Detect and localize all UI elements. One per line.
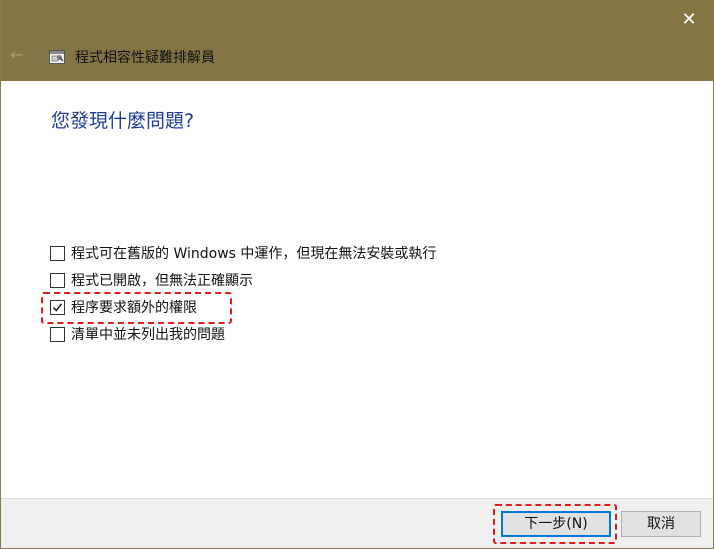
close-button[interactable]: ✕ <box>675 7 703 33</box>
option-label: 程式可在舊版的 Windows 中運作，但現在無法安裝或執行 <box>71 246 437 262</box>
checkbox[interactable] <box>50 326 65 342</box>
option-not-listed[interactable]: 清單中並未列出我的問題 <box>50 324 225 344</box>
highlight-option <box>41 292 232 324</box>
footer-bar: 下一步(N) 取消 <box>1 498 713 548</box>
back-button[interactable]: ← <box>7 45 27 65</box>
troubleshooter-window: ✕ ← 程式相容性疑難排解員 您發現什麼問題? 程式可在舊版的 Windows … <box>0 0 714 549</box>
page-heading: 您發現什麼問題? <box>51 110 195 132</box>
close-icon: ✕ <box>681 9 697 30</box>
option-display-issue[interactable]: 程式已開啟，但無法正確顯示 <box>50 270 253 290</box>
title-bar: ✕ ← 程式相容性疑難排解員 <box>1 1 713 81</box>
option-label: 程式已開啟，但無法正確顯示 <box>71 273 253 289</box>
compat-troubleshooter-icon <box>49 50 65 64</box>
back-arrow-icon: ← <box>10 45 24 64</box>
window-title: 程式相容性疑難排解員 <box>75 50 215 66</box>
checkbox[interactable] <box>50 272 65 288</box>
option-old-windows[interactable]: 程式可在舊版的 Windows 中運作，但現在無法安裝或執行 <box>50 243 436 263</box>
option-label: 清單中並未列出我的問題 <box>71 327 225 343</box>
highlight-next-button <box>493 504 617 544</box>
checkbox[interactable] <box>50 245 65 261</box>
cancel-button[interactable]: 取消 <box>621 511 701 537</box>
